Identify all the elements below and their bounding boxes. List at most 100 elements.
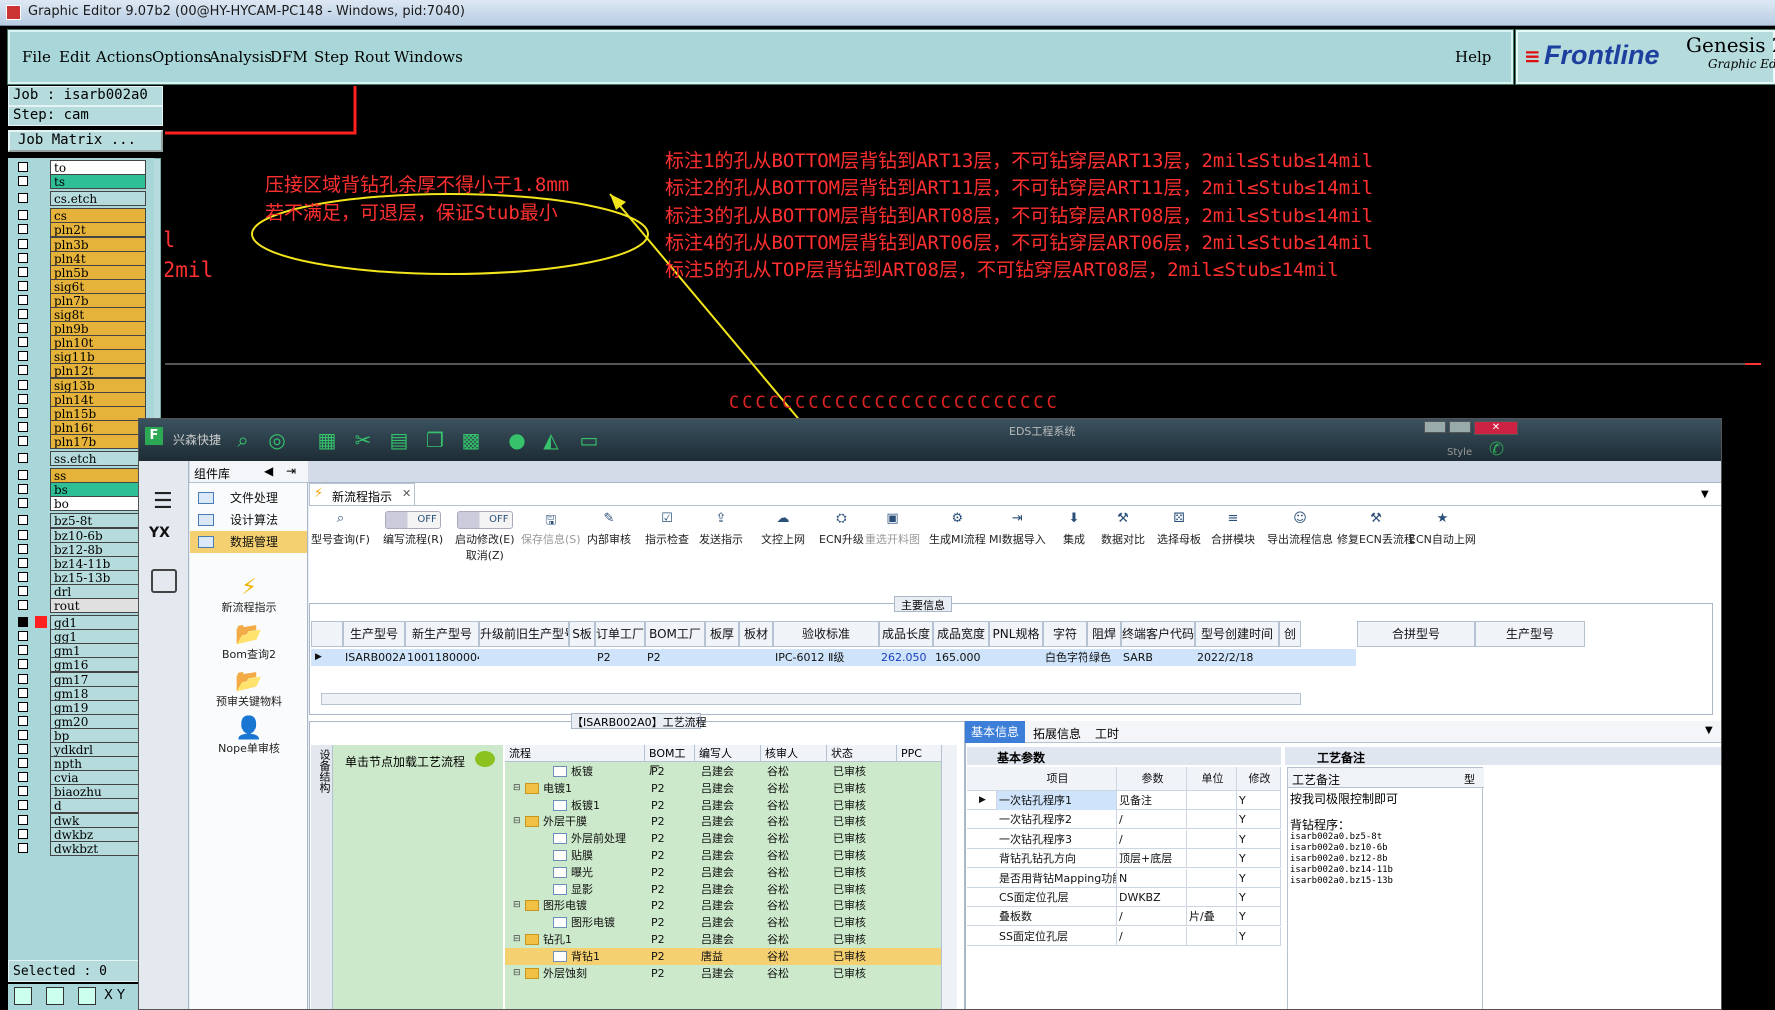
- layer-checkbox[interactable]: [18, 687, 28, 698]
- layer-row[interactable]: gm16: [12, 657, 148, 673]
- layer-row[interactable]: pln4t: [12, 250, 148, 266]
- menu-edit[interactable]: Edit: [59, 48, 90, 66]
- layer-row[interactable]: sig11b: [12, 349, 148, 365]
- layer-name[interactable]: dwkbz: [50, 826, 146, 842]
- tree-node[interactable]: 背钻1 P2 唐益 谷松 已审核: [505, 947, 941, 965]
- layer-name[interactable]: dwkbzt: [50, 840, 146, 856]
- param-row[interactable]: 一次钻孔程序2/ Y: [967, 810, 1281, 830]
- menu-analysis[interactable]: Analysis: [209, 48, 272, 66]
- tool-select-icon[interactable]: [14, 987, 32, 1005]
- grid-column-header[interactable]: 成品长度: [879, 621, 933, 647]
- layer-name[interactable]: pln12t: [50, 363, 146, 379]
- lifebuoy-icon[interactable]: ◎: [265, 428, 289, 452]
- toolbar-button[interactable]: ☺ 导出流程信息: [1267, 511, 1333, 547]
- layer-checkbox[interactable]: [18, 309, 28, 319]
- phone-icon[interactable]: ✆: [1489, 439, 1504, 460]
- menu-windows[interactable]: Windows: [394, 48, 463, 66]
- tool-grid-icon[interactable]: [78, 987, 96, 1005]
- quick-launch-item[interactable]: 📂 预审关键物料: [194, 669, 304, 709]
- toolbar-button[interactable]: ⛭ ECN升级: [819, 511, 864, 547]
- toolbar-button[interactable]: ⚒ 数据对比: [1101, 511, 1145, 547]
- layer-name[interactable]: gd1: [50, 615, 146, 631]
- layer-checkbox[interactable]: [18, 294, 28, 305]
- layer-checkbox[interactable]: [18, 744, 28, 754]
- yx-icon[interactable]: YX: [149, 525, 179, 553]
- tree-node[interactable]: ⊟ 图形电镀 P2 吕建会 谷松 已审核: [505, 897, 941, 914]
- tree-node[interactable]: 曝光 P2 吕建会 谷松 已审核: [505, 864, 941, 881]
- layer-checkbox[interactable]: [18, 571, 28, 582]
- layer-checkbox[interactable]: [18, 266, 28, 277]
- tree-node[interactable]: 图形电镀 P2 吕建会 谷松 已审核: [505, 914, 941, 931]
- layer-row[interactable]: sig6t: [12, 278, 148, 294]
- tree-node[interactable]: ⊟ 外层干膜 P2 吕建会 谷松 已审核: [505, 813, 941, 830]
- tree-node[interactable]: ⊟ 钻孔1 P2 吕建会 谷松 已审核: [505, 931, 941, 948]
- layer-name[interactable]: rout: [50, 598, 146, 613]
- toolbar-button[interactable]: ⚙ 生成MI流程: [929, 511, 986, 547]
- layer-name[interactable]: cs.etch: [50, 191, 146, 207]
- grid-column-header[interactable]: S板: [569, 621, 595, 647]
- layer-checkbox[interactable]: [18, 585, 28, 596]
- layer-name[interactable]: pln4t: [50, 250, 146, 266]
- layer-checkbox[interactable]: [18, 842, 28, 853]
- layer-checkbox[interactable]: [18, 557, 28, 568]
- layer-name[interactable]: sig13b: [50, 377, 146, 393]
- tree-column-header[interactable]: 核审人: [761, 745, 827, 762]
- monitor-icon[interactable]: ▭: [577, 428, 601, 452]
- layer-checkbox[interactable]: [18, 715, 28, 726]
- layer-checkbox[interactable]: [18, 407, 28, 418]
- layer-row[interactable]: sig8t: [12, 307, 148, 322]
- pin-icon[interactable]: ⇥: [286, 464, 296, 478]
- tree-node[interactable]: 板镀1 P2 吕建会 谷松 已审核: [505, 797, 941, 814]
- equipment-vtab[interactable]: 设备结构: [311, 745, 333, 1009]
- param-cell[interactable]: DWKBZ: [1117, 888, 1187, 907]
- layer-checkbox[interactable]: [18, 529, 28, 540]
- layer-row[interactable]: pln14t: [12, 391, 148, 407]
- layer-checkbox[interactable]: [18, 453, 28, 463]
- quick-launch-item[interactable]: ⚡ 新流程指示: [194, 575, 304, 615]
- params-column-header[interactable]: 修改: [1237, 767, 1281, 791]
- layer-row[interactable]: ydkdrl: [12, 742, 148, 757]
- expand-icon[interactable]: ⊟: [513, 897, 523, 914]
- tab-basic-info[interactable]: 基本信息: [965, 721, 1025, 743]
- tree-node[interactable]: 板镀 P2 吕建会 谷松 已审核: [505, 763, 941, 780]
- detail-dropdown-icon[interactable]: ▼: [1705, 725, 1713, 736]
- layer-checkbox[interactable]: [18, 337, 28, 348]
- grid-column-header[interactable]: 升级前旧生产型号: [479, 621, 569, 647]
- layer-name[interactable]: biaozhu: [50, 784, 146, 800]
- layer-checkbox[interactable]: [18, 210, 28, 221]
- layer-checkbox[interactable]: [18, 280, 28, 291]
- close-icon[interactable]: ✕: [1474, 421, 1518, 435]
- layer-row[interactable]: rout: [12, 598, 148, 613]
- layer-row[interactable]: bz15-13b: [12, 569, 148, 585]
- param-row[interactable]: ▶ 一次钻孔程序1 见备注 Y: [967, 791, 1281, 810]
- layer-row[interactable]: pln2t: [12, 222, 148, 238]
- layer-checkbox[interactable]: [18, 772, 28, 783]
- param-cell[interactable]: N: [1117, 868, 1187, 888]
- layer-name[interactable]: bo: [50, 496, 146, 512]
- tab-dropdown-icon[interactable]: ▼: [1701, 489, 1709, 500]
- layer-row[interactable]: pln3b: [12, 236, 148, 252]
- nav-item[interactable]: 文件处理: [190, 487, 307, 509]
- layer-checkbox[interactable]: [18, 484, 28, 495]
- toolbar-button[interactable]: ⚄ 选择母板: [1157, 511, 1201, 547]
- layer-row[interactable]: cs: [12, 208, 148, 224]
- layer-row[interactable]: pln17b: [12, 433, 148, 449]
- layer-row[interactable]: gg1: [12, 629, 148, 645]
- expand-icon[interactable]: ⊟: [513, 780, 523, 797]
- layer-name[interactable]: sig6t: [50, 278, 146, 294]
- layer-checkbox[interactable]: [18, 659, 28, 670]
- layer-name[interactable]: pln17b: [50, 433, 146, 449]
- layer-checkbox[interactable]: [18, 498, 28, 509]
- layer-row[interactable]: cvia: [12, 770, 148, 786]
- toolbar-button[interactable]: ☑ 指示检查: [645, 511, 689, 547]
- toolbar-button[interactable]: ⇪ 发送指示: [699, 511, 743, 547]
- layer-name[interactable]: ts: [50, 174, 146, 190]
- tree-node[interactable]: 贴膜 P2 吕建会 谷松 已审核: [505, 847, 941, 864]
- param-cell[interactable]: /: [1117, 829, 1187, 849]
- process-notes-tab[interactable]: 工艺备注: [1317, 749, 1365, 766]
- expand-icon[interactable]: ⊟: [513, 931, 523, 948]
- params-column-header[interactable]: 单位: [1187, 767, 1237, 791]
- layer-row[interactable]: ts: [12, 174, 148, 190]
- layer-checkbox[interactable]: [18, 786, 28, 797]
- layer-row[interactable]: pln5b: [12, 264, 148, 280]
